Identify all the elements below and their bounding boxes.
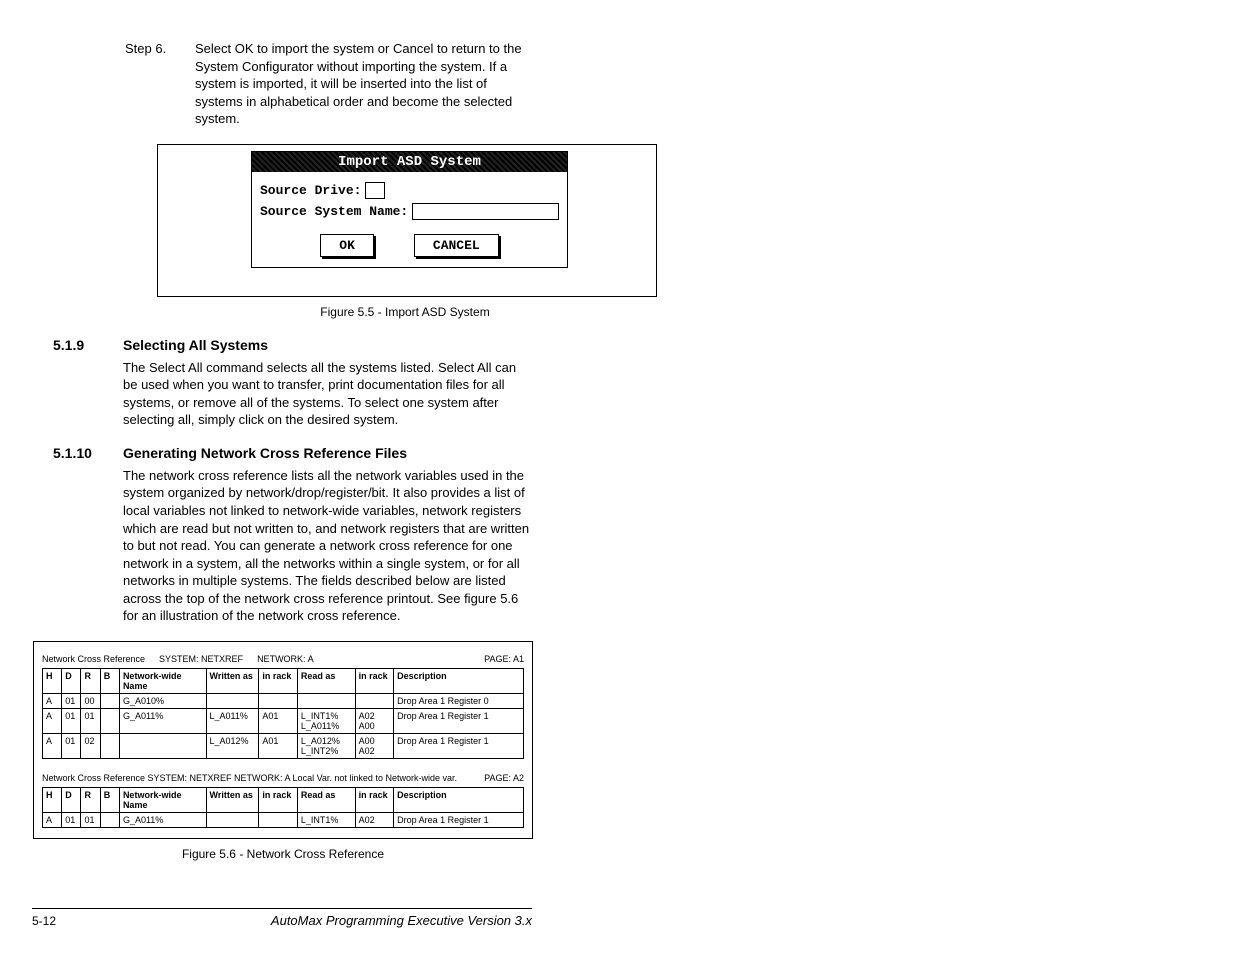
xref-col-header: H bbox=[43, 787, 62, 812]
xref-cell bbox=[119, 733, 206, 758]
xref-cell: 00 bbox=[81, 693, 100, 708]
xref-col-header: R bbox=[81, 668, 100, 693]
xref-cell: A01 bbox=[259, 733, 297, 758]
footer-title: AutoMax Programming Executive Version 3.… bbox=[271, 913, 532, 928]
xref-cell: A01 bbox=[259, 708, 297, 733]
section-body-519: The Select All command selects all the s… bbox=[123, 359, 530, 429]
xref-cell: A bbox=[43, 708, 62, 733]
xref-cell bbox=[259, 693, 297, 708]
table-row: A0101G_A011%L_INT1%A02Drop Area 1 Regist… bbox=[43, 812, 524, 827]
xref-cell: Drop Area 1 Register 0 bbox=[394, 693, 524, 708]
section-title-5110: Generating Network Cross Reference Files bbox=[123, 445, 530, 461]
step-6: Step 6. Select OK to import the system o… bbox=[125, 40, 530, 128]
xref-col-header: Description bbox=[394, 787, 524, 812]
xref-cell: 01 bbox=[81, 812, 100, 827]
section-title-519: Selecting All Systems bbox=[123, 337, 530, 353]
xref-col-header: in rack bbox=[259, 787, 297, 812]
xref-col-header: H bbox=[43, 668, 62, 693]
source-system-label: Source System Name: bbox=[260, 204, 408, 219]
xref-cell bbox=[100, 708, 119, 733]
xref-cell: L_A012%L_INT2% bbox=[297, 733, 355, 758]
xref-cell: 01 bbox=[62, 693, 81, 708]
xref-cell: 01 bbox=[81, 708, 100, 733]
xref-cell: L_A012% bbox=[206, 733, 259, 758]
xref-col-header: Read as bbox=[297, 787, 355, 812]
xref-cell: A bbox=[43, 812, 62, 827]
step-text: Select OK to import the system or Cancel… bbox=[195, 40, 530, 128]
xref-cell: A bbox=[43, 733, 62, 758]
import-asd-dialog: Import ASD System Source Drive: Source S… bbox=[251, 151, 568, 268]
xref-col-header: in rack bbox=[355, 787, 393, 812]
xref-cell: 01 bbox=[62, 733, 81, 758]
xref-col-header: Network-wide Name bbox=[119, 787, 206, 812]
xref-col-header: Description bbox=[394, 668, 524, 693]
xref-col-header: Written as bbox=[206, 787, 259, 812]
xref-col-header: B bbox=[100, 787, 119, 812]
source-system-input[interactable] bbox=[412, 203, 559, 220]
xref-table-main: HDRBNetwork-wide NameWritten asin rackRe… bbox=[42, 668, 524, 759]
xref-cell: 02 bbox=[81, 733, 100, 758]
table-row: A0100 G_A010% Drop Area 1 Register 0 bbox=[43, 693, 524, 708]
source-drive-input[interactable] bbox=[365, 182, 385, 199]
xref-cell bbox=[206, 812, 259, 827]
xref-cell: Drop Area 1 Register 1 bbox=[394, 708, 524, 733]
xref-cell: 01 bbox=[62, 708, 81, 733]
xref-col-header: B bbox=[100, 668, 119, 693]
table-row: A0101G_A011%L_A011%A01L_INT1%L_A011%A02A… bbox=[43, 708, 524, 733]
xref-col-header: Read as bbox=[297, 668, 355, 693]
xref-col-header: D bbox=[62, 787, 81, 812]
xref-cell bbox=[100, 812, 119, 827]
xref-cell bbox=[355, 693, 393, 708]
page-footer: 5-12 AutoMax Programming Executive Versi… bbox=[32, 908, 532, 928]
section-number-5110: 5.1.10 bbox=[53, 445, 103, 641]
source-drive-row: Source Drive: bbox=[260, 182, 559, 199]
xref-col-header: Written as bbox=[206, 668, 259, 693]
xref-cell bbox=[100, 733, 119, 758]
figure-5-6-caption: Figure 5.6 - Network Cross Reference bbox=[33, 847, 533, 861]
source-system-row: Source System Name: bbox=[260, 203, 559, 220]
xref-cell: 01 bbox=[62, 812, 81, 827]
xref-cell: A bbox=[43, 693, 62, 708]
xref-sub-header: Network Cross Reference SYSTEM: NETXREF … bbox=[42, 773, 457, 783]
xref-cell bbox=[259, 812, 297, 827]
footer-page-number: 5-12 bbox=[32, 914, 56, 928]
step-label: Step 6. bbox=[125, 40, 175, 128]
xref-col-header: in rack bbox=[355, 668, 393, 693]
xref-cell: Drop Area 1 Register 1 bbox=[394, 812, 524, 827]
xref-sub-page: PAGE: A2 bbox=[484, 773, 524, 783]
dialog-title: Import ASD System bbox=[252, 152, 567, 172]
xref-cell bbox=[100, 693, 119, 708]
ok-button[interactable]: OK bbox=[320, 234, 374, 257]
source-drive-label: Source Drive: bbox=[260, 183, 361, 198]
xref-cell: Drop Area 1 Register 1 bbox=[394, 733, 524, 758]
xref-cell: A00A02 bbox=[355, 733, 393, 758]
xref-col-header: in rack bbox=[259, 668, 297, 693]
xref-col-header: Network-wide Name bbox=[119, 668, 206, 693]
section-number-519: 5.1.9 bbox=[53, 337, 103, 445]
xref-cell: A02 bbox=[355, 812, 393, 827]
xref-cell: G_A010% bbox=[119, 693, 206, 708]
xref-col-header: R bbox=[81, 787, 100, 812]
xref-cell: L_A011% bbox=[206, 708, 259, 733]
xref-cell: L_INT1%L_A011% bbox=[297, 708, 355, 733]
xref-cell: G_A011% bbox=[119, 708, 206, 733]
xref-cell: L_INT1% bbox=[297, 812, 355, 827]
xref-label: Network Cross Reference bbox=[42, 654, 145, 664]
table-row: A0102L_A012%A01L_A012%L_INT2%A00A02Drop … bbox=[43, 733, 524, 758]
figure-5-5-caption: Figure 5.5 - Import ASD System bbox=[125, 305, 685, 319]
xref-network: NETWORK: A bbox=[257, 654, 314, 664]
network-xref-figure: Network Cross Reference SYSTEM: NETXREF … bbox=[33, 641, 533, 839]
xref-table-sub: HDRBNetwork-wide NameWritten asin rackRe… bbox=[42, 787, 524, 828]
xref-system: SYSTEM: NETXREF bbox=[159, 654, 243, 664]
xref-cell: A02A00 bbox=[355, 708, 393, 733]
xref-page: PAGE: A1 bbox=[484, 654, 524, 664]
xref-cell bbox=[206, 693, 259, 708]
cancel-button[interactable]: CANCEL bbox=[414, 234, 499, 257]
section-body-5110: The network cross reference lists all th… bbox=[123, 467, 530, 625]
import-asd-figure: Import ASD System Source Drive: Source S… bbox=[157, 144, 657, 297]
xref-cell bbox=[297, 693, 355, 708]
xref-col-header: D bbox=[62, 668, 81, 693]
xref-cell: G_A011% bbox=[119, 812, 206, 827]
